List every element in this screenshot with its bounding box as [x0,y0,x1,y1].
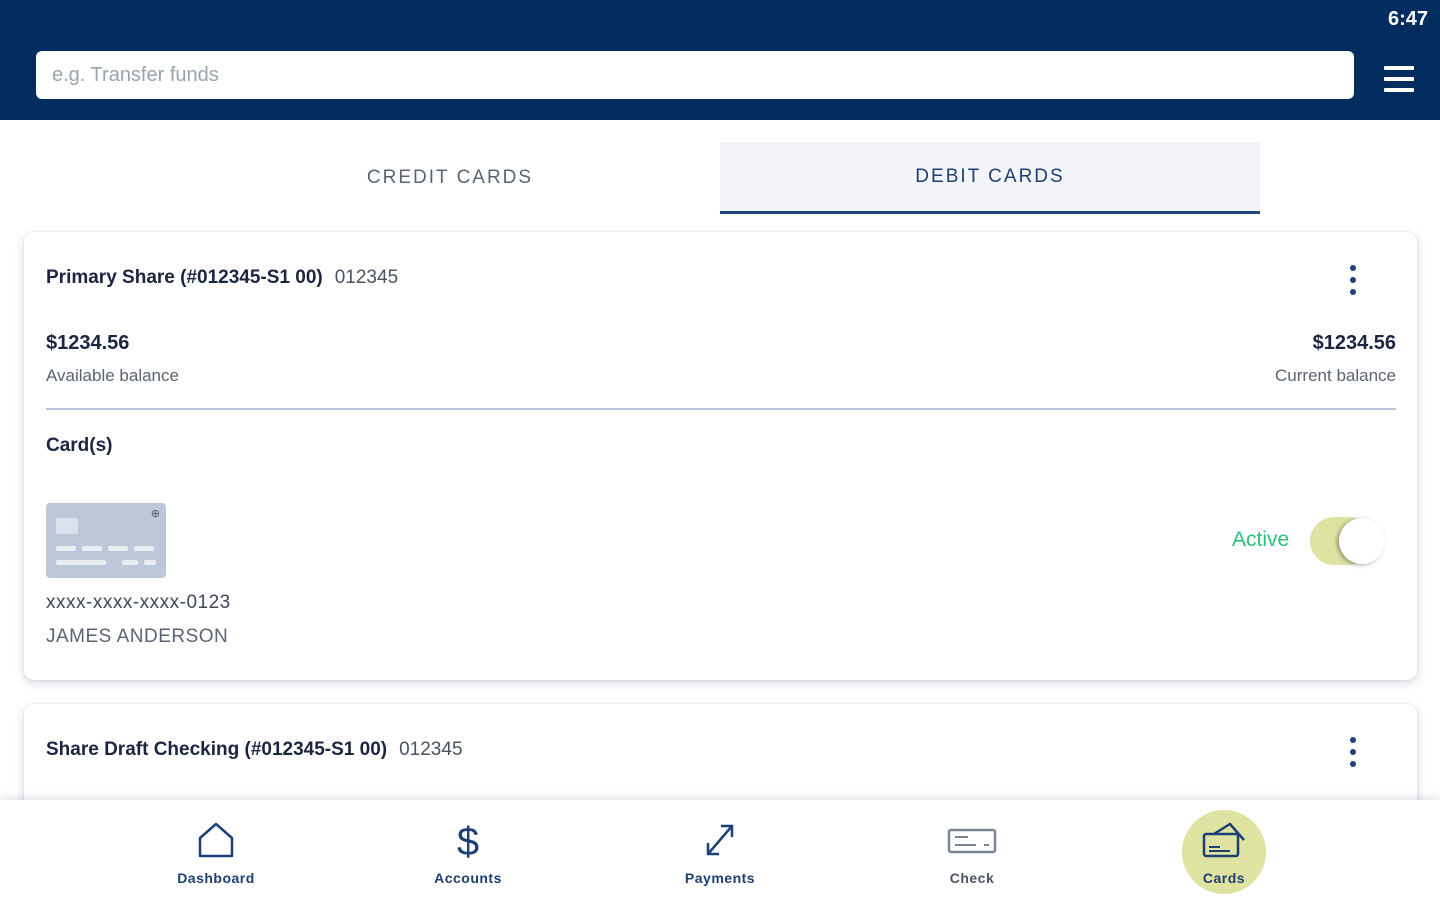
card-status-label: Active [1232,528,1290,551]
dollar-icon: $ [457,820,479,860]
svg-text:$: $ [457,820,479,860]
card-chip-icon [56,518,78,534]
cards-section-label: Card(s) [46,435,113,456]
account-name: Primary Share (#012345-S1 00) [46,267,323,288]
nav-payments[interactable]: Payments [650,800,790,900]
account-number: 012345 [399,739,463,760]
divider [46,408,1396,410]
arrows-diagonal-icon [706,824,734,856]
nav-label: Dashboard [177,870,255,886]
account-title: Share Draft Checking (#012345-S1 00) 0123… [46,739,463,761]
account-number: 012345 [334,267,399,288]
status-clock: 6:47 [1387,8,1428,30]
available-balance-amount: $1234.56 [46,332,130,354]
account-name: Share Draft Checking (#012345-S1 00) [46,739,388,760]
nav-check[interactable]: Check [902,800,1042,900]
cardholder-name: JAMES ANDERSON [46,626,229,647]
bottom-navigation: Dashboard $ Accounts Payments Check Card… [0,800,1440,900]
nav-accounts[interactable]: $ Accounts [398,800,538,900]
masked-card-number: xxxx-xxxx-xxxx-0123 [46,592,231,613]
hamburger-menu-icon[interactable] [1382,64,1416,94]
tab-debit-cards[interactable]: DEBIT CARDS [720,142,1260,214]
card-type-tabs: CREDIT CARDS DEBIT CARDS [0,120,1440,216]
app-header: 6:47 [0,0,1440,120]
check-icon [947,828,997,854]
nav-cards[interactable]: Cards [1154,800,1294,900]
card-network-logo: ⊕ [150,508,160,520]
home-icon [198,822,234,858]
nav-dashboard[interactable]: Dashboard [146,800,286,900]
card-active-toggle[interactable] [1310,517,1385,567]
nav-label: Cards [1202,870,1246,886]
nav-label: Accounts [434,870,502,886]
more-options-icon[interactable] [1341,735,1365,769]
available-balance-label: Available balance [46,366,179,385]
account-card-primary-share: Primary Share (#012345-S1 00) 012345 $123… [24,232,1417,680]
current-balance-label: Current balance [1275,366,1396,385]
nav-label: Check [949,870,995,886]
debit-card-image: ⊕ [46,503,166,578]
more-options-icon[interactable] [1341,263,1365,297]
tab-credit-cards[interactable]: CREDIT CARDS [180,142,720,214]
credit-card-icon [1202,822,1245,858]
search-input[interactable] [36,51,1354,99]
current-balance-amount: $1234.56 [1312,332,1396,354]
account-title: Primary Share (#012345-S1 00) 012345 [46,267,398,289]
nav-label: Payments [684,870,756,886]
